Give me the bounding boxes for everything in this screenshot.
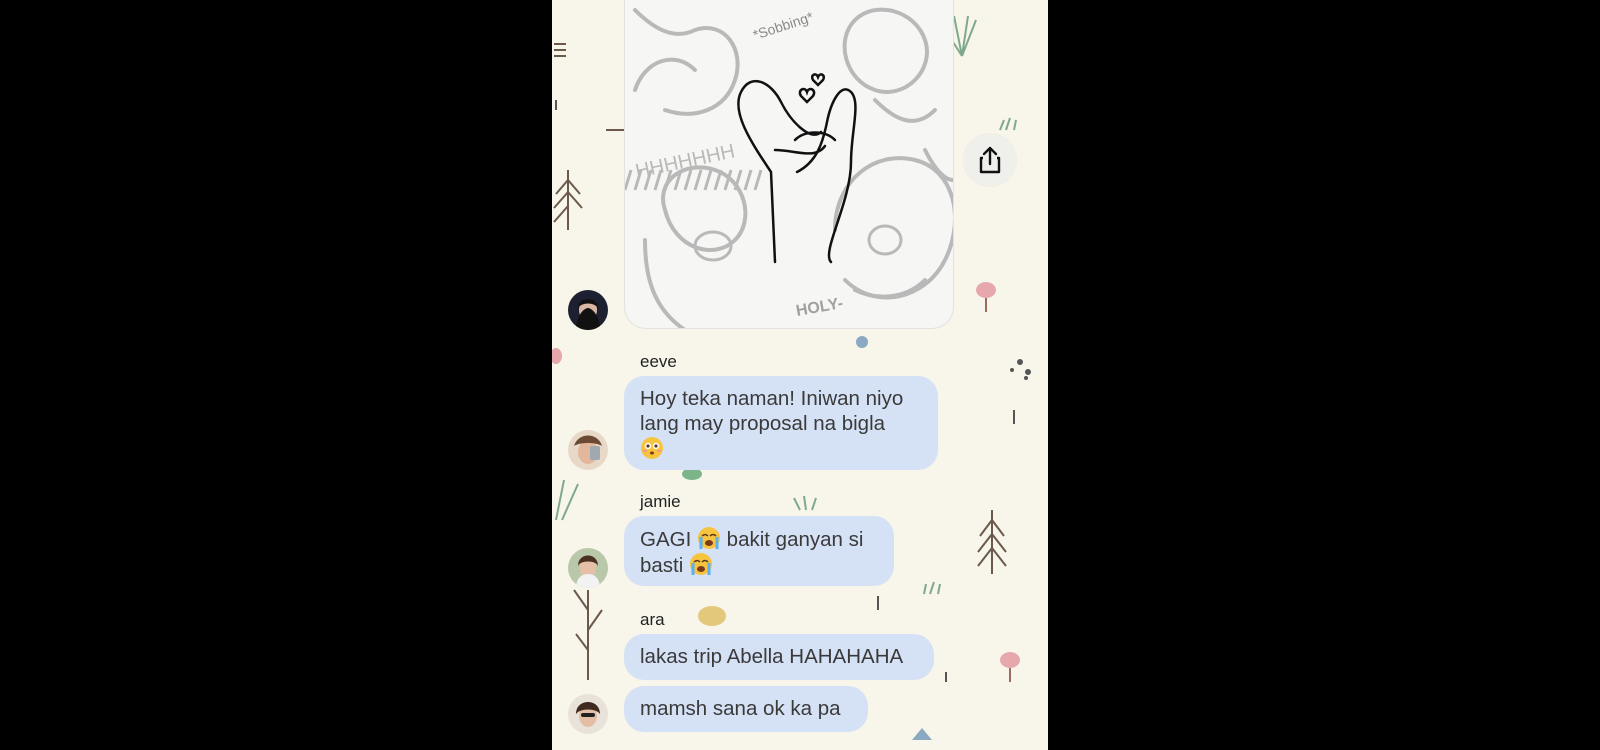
sender-name: eeve bbox=[640, 352, 677, 371]
message-text: Hoy teka naman! Iniwan niyo bbox=[640, 387, 904, 410]
avatar-ara[interactable] bbox=[568, 694, 608, 734]
message-bubble[interactable]: GAGI bakit ganyan si basti bbox=[624, 516, 894, 586]
flushed-face-emoji bbox=[641, 437, 663, 459]
sender-name: ara bbox=[640, 610, 665, 629]
message-bubble[interactable]: mamsh sana ok ka pa bbox=[624, 686, 868, 732]
avatar-photo bbox=[568, 694, 608, 734]
message-text: basti bbox=[640, 554, 684, 577]
doodle-text-sobbing: *Sobbing* bbox=[751, 8, 816, 43]
avatar-jamie[interactable] bbox=[568, 548, 608, 588]
message-text: lang may proposal na bigla bbox=[640, 412, 886, 435]
loudly-crying-face-emoji bbox=[697, 527, 720, 549]
image-message[interactable]: *Sobbing* HHHHHHH HOLY- bbox=[624, 0, 954, 329]
avatar-photo bbox=[568, 430, 608, 470]
message-text: GAGI bbox=[640, 528, 692, 551]
doodle-image: *Sobbing* HHHHHHH HOLY- bbox=[625, 7, 953, 328]
message-bubble[interactable]: Hoy teka naman! Iniwan niyo lang may pro… bbox=[624, 376, 938, 470]
loudly-crying-face-emoji bbox=[690, 553, 713, 575]
share-icon bbox=[979, 146, 1001, 174]
sender-name: jamie bbox=[640, 492, 681, 511]
message-bubble[interactable]: lakas trip Abella HAHAHAHA bbox=[624, 634, 934, 680]
avatar-photo bbox=[568, 548, 608, 588]
avatar-image-sender[interactable] bbox=[568, 290, 608, 330]
message-text: mamsh sana ok ka pa bbox=[640, 697, 841, 720]
doodle-text-holy: HOLY- bbox=[795, 295, 845, 320]
avatar-photo bbox=[568, 290, 608, 330]
message-text: lakas trip Abella HAHAHAHA bbox=[640, 645, 904, 668]
message-text: bakit ganyan si bbox=[726, 528, 864, 551]
chat-screen: *Sobbing* HHHHHHH HOLY- eeve Hoy teka na… bbox=[552, 0, 1048, 750]
avatar-eeve[interactable] bbox=[568, 430, 608, 470]
share-button[interactable] bbox=[964, 134, 1016, 186]
doodle-text-hhh: HHHHHHH bbox=[633, 140, 736, 183]
